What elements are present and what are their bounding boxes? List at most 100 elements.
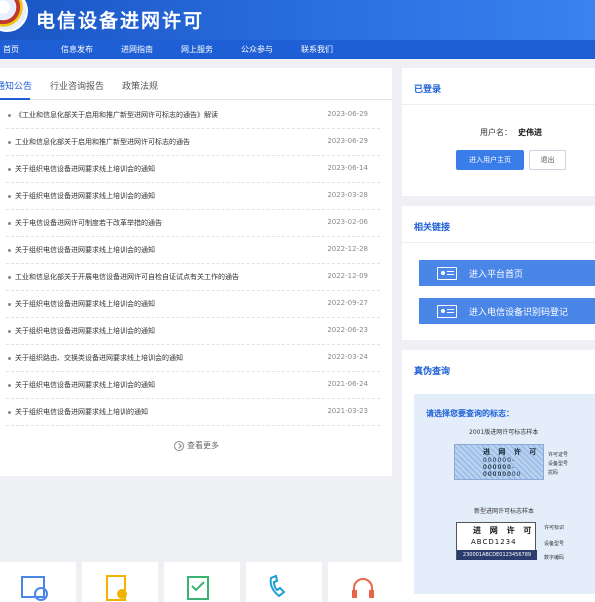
news-title[interactable]: 关于组织电信设备进网要求线上培训会的通知 — [15, 245, 155, 255]
bullet-icon — [8, 384, 11, 387]
news-date: 2022-12-28 — [327, 245, 368, 253]
id-card-icon — [437, 305, 457, 318]
device-id-register-label: 进入电信设备识别码登记 — [469, 308, 569, 318]
news-item[interactable]: 关于组织电信设备进网要求线上培训会的通知 2021-06-24 — [6, 372, 380, 399]
view-more-link[interactable]: 查看更多 — [174, 440, 219, 451]
news-title[interactable]: 关于组织路由、交换类设备进网要求线上培训会的通知 — [15, 353, 183, 363]
tab-industry-reports[interactable]: 行业咨询报告 — [50, 79, 104, 92]
new-annotation: 设备型号 — [544, 541, 565, 547]
bullet-icon — [8, 249, 11, 252]
news-title[interactable]: 关于组织电信设备进网要求线上培训会的通知 — [15, 326, 155, 336]
view-more-label: 查看更多 — [187, 441, 219, 450]
bullet-icon — [8, 195, 11, 198]
news-item[interactable]: 关于组织电信设备进网要求线上培训会的通知 2023-03-28 — [6, 183, 380, 210]
logout-button[interactable]: 退出 — [529, 150, 566, 170]
links-title: 相关链接 — [414, 223, 451, 233]
device-id-register-link[interactable]: 进入电信设备识别码登记 — [419, 298, 595, 324]
enter-user-home-button[interactable]: 进入用户主页 — [456, 150, 524, 170]
news-item[interactable]: 关于组织路由、交换类设备进网要求线上培训会的通知 2022-03-24 — [6, 345, 380, 372]
service-card[interactable] — [0, 562, 76, 602]
nav-news[interactable]: 信息发布 — [47, 40, 107, 59]
login-panel: 已登录 用户名： 史伟进 进入用户主页 退出 — [402, 68, 595, 196]
news-item[interactable]: 关于组织电信设备进网要求线上培训会的通知 2023-06-14 — [6, 156, 380, 183]
emblem-icon — [0, 0, 28, 32]
new-sample-code: ABCD1234 — [471, 538, 517, 546]
news-title[interactable]: 关于组织电信设备进网要求线上培训会的通知 — [15, 380, 155, 390]
phone-icon — [269, 574, 286, 598]
news-title[interactable]: 关于组织电信设备进网要求线上培训会的通知 — [15, 191, 155, 201]
news-date: 2021-03-23 — [327, 407, 368, 415]
news-title[interactable]: 关于组织电信设备进网要求线上培训会的通知 — [15, 164, 155, 174]
news-item[interactable]: 关于电信设备进网许可制度若干改革举措的通告 2023-02-06 — [6, 210, 380, 237]
news-date: 2021-06-24 — [327, 380, 368, 388]
news-date: 2023-02-06 — [327, 218, 368, 226]
news-title[interactable]: 工业和信息化部关于开展电信设备进网许可自检自证试点有关工作的通告 — [15, 272, 239, 282]
news-panel: 通知公告 行业咨询报告 政策法规 《工业和信息化部关于启用和推广新型进网许可标志… — [0, 68, 392, 476]
nav-guide[interactable]: 进网指南 — [107, 40, 167, 59]
news-title[interactable]: 工业和信息化部关于启用和推广新型进网许可标志的通告 — [15, 137, 190, 147]
arrow-circle-icon — [174, 440, 184, 451]
divider — [402, 242, 595, 243]
verify-panel: 真伪查询 请选择您要查询的标志： 2001版进网许可标志样本 进 网 许 可 0… — [402, 350, 595, 602]
new-sample-strip: 230001ABCDE0123456789 — [457, 550, 537, 560]
nav-online-service[interactable]: 网上服务 — [167, 40, 227, 59]
news-date: 2023-06-29 — [327, 137, 368, 145]
platform-home-link[interactable]: 进入平台首页 — [419, 260, 595, 286]
news-date: 2023-06-14 — [327, 164, 368, 172]
nav-public-participation[interactable]: 公众参与 — [227, 40, 287, 59]
news-item[interactable]: 工业和信息化部关于开展电信设备进网许可自检自证试点有关工作的通告 2022-12-… — [6, 264, 380, 291]
bullet-icon — [8, 303, 11, 306]
news-item[interactable]: 《工业和信息化部关于启用和推广新型进网许可标志的通告》解读 2023-06-29 — [6, 102, 380, 129]
old-license-sample[interactable]: 进 网 许 可 000000-000000 000000-000000 0000… — [454, 444, 544, 480]
image-icon — [21, 576, 48, 601]
verify-title: 真伪查询 — [414, 367, 451, 377]
bullet-icon — [8, 168, 11, 171]
service-card[interactable] — [164, 562, 240, 602]
news-tabs: 通知公告 行业咨询报告 政策法规 — [0, 68, 392, 100]
new-annotation: 数字编码 — [544, 555, 565, 561]
site-banner: 电信设备进网许可 — [0, 0, 595, 40]
new-sample-caption: 新型进网许可标志样本 — [474, 508, 535, 515]
username-label: 用户名： — [480, 128, 512, 137]
bullet-icon — [8, 114, 11, 117]
service-card[interactable] — [82, 562, 158, 602]
news-item[interactable]: 关于组织电信设备进网要求线上培训会的通知 2022-06-23 — [6, 318, 380, 345]
nav-home[interactable]: 首页 — [0, 40, 33, 59]
news-list: 《工业和信息化部关于启用和推广新型进网许可标志的通告》解读 2023-06-29 … — [6, 102, 380, 426]
main-nav: 首页 信息发布 进网指南 网上服务 公众参与 联系我们 — [0, 40, 595, 59]
verify-prompt: 请选择您要查询的标志： — [426, 409, 514, 418]
news-title[interactable]: 关于组织电信设备进网要求线上培训会的通知 — [15, 299, 155, 309]
links-panel: 相关链接 进入平台首页 进入电信设备识别码登记 — [402, 206, 595, 340]
new-annotation: 许可标识 — [544, 525, 565, 531]
bullet-icon — [8, 411, 11, 414]
new-license-sample[interactable]: 进 网 许 可 ABCD1234 230001ABCDE0123456789 — [456, 522, 537, 560]
bullet-icon — [8, 222, 11, 225]
old-sample-title: 进 网 许 可 — [483, 448, 540, 456]
headset-icon — [352, 578, 374, 598]
document-icon — [106, 575, 127, 601]
news-date: 2022-06-23 — [327, 326, 368, 334]
tab-notices[interactable]: 通知公告 — [0, 79, 32, 92]
news-date: 2022-09-27 — [327, 299, 368, 307]
bullet-icon — [8, 141, 11, 144]
verify-box: 请选择您要查询的标志： 2001版进网许可标志样本 进 网 许 可 000000… — [414, 394, 595, 594]
news-item[interactable]: 关于组织电信设备进网要求线上培训会的通知 2022-09-27 — [6, 291, 380, 318]
old-annotation: 许可证号 — [548, 452, 569, 458]
news-item[interactable]: 关于组织电信设备进网要求线上培训会的通知 2022-12-28 — [6, 237, 380, 264]
news-date: 2022-12-09 — [327, 272, 368, 280]
news-item[interactable]: 工业和信息化部关于启用和推广新型进网许可标志的通告 2023-06-29 — [6, 129, 380, 156]
active-tab-indicator — [0, 98, 30, 100]
divider — [402, 104, 595, 105]
news-item[interactable]: 关于组织电信设备进网要求线上培训的通知 2021-03-23 — [6, 399, 380, 426]
nav-contact[interactable]: 联系我们 — [287, 40, 347, 59]
old-sample-caption: 2001版进网许可标志样本 — [469, 429, 539, 436]
id-card-icon — [437, 267, 457, 280]
news-title[interactable]: 《工业和信息化部关于启用和推广新型进网许可标志的通告》解读 — [15, 110, 218, 120]
news-title[interactable]: 关于组织电信设备进网要求线上培训的通知 — [15, 407, 148, 417]
service-card[interactable] — [246, 562, 322, 602]
username-value: 史伟进 — [518, 128, 542, 137]
service-card[interactable] — [328, 562, 404, 602]
news-title[interactable]: 关于电信设备进网许可制度若干改革举措的通告 — [15, 218, 162, 228]
site-title: 电信设备进网许可 — [36, 10, 205, 32]
tab-policies[interactable]: 政策法规 — [122, 79, 158, 92]
